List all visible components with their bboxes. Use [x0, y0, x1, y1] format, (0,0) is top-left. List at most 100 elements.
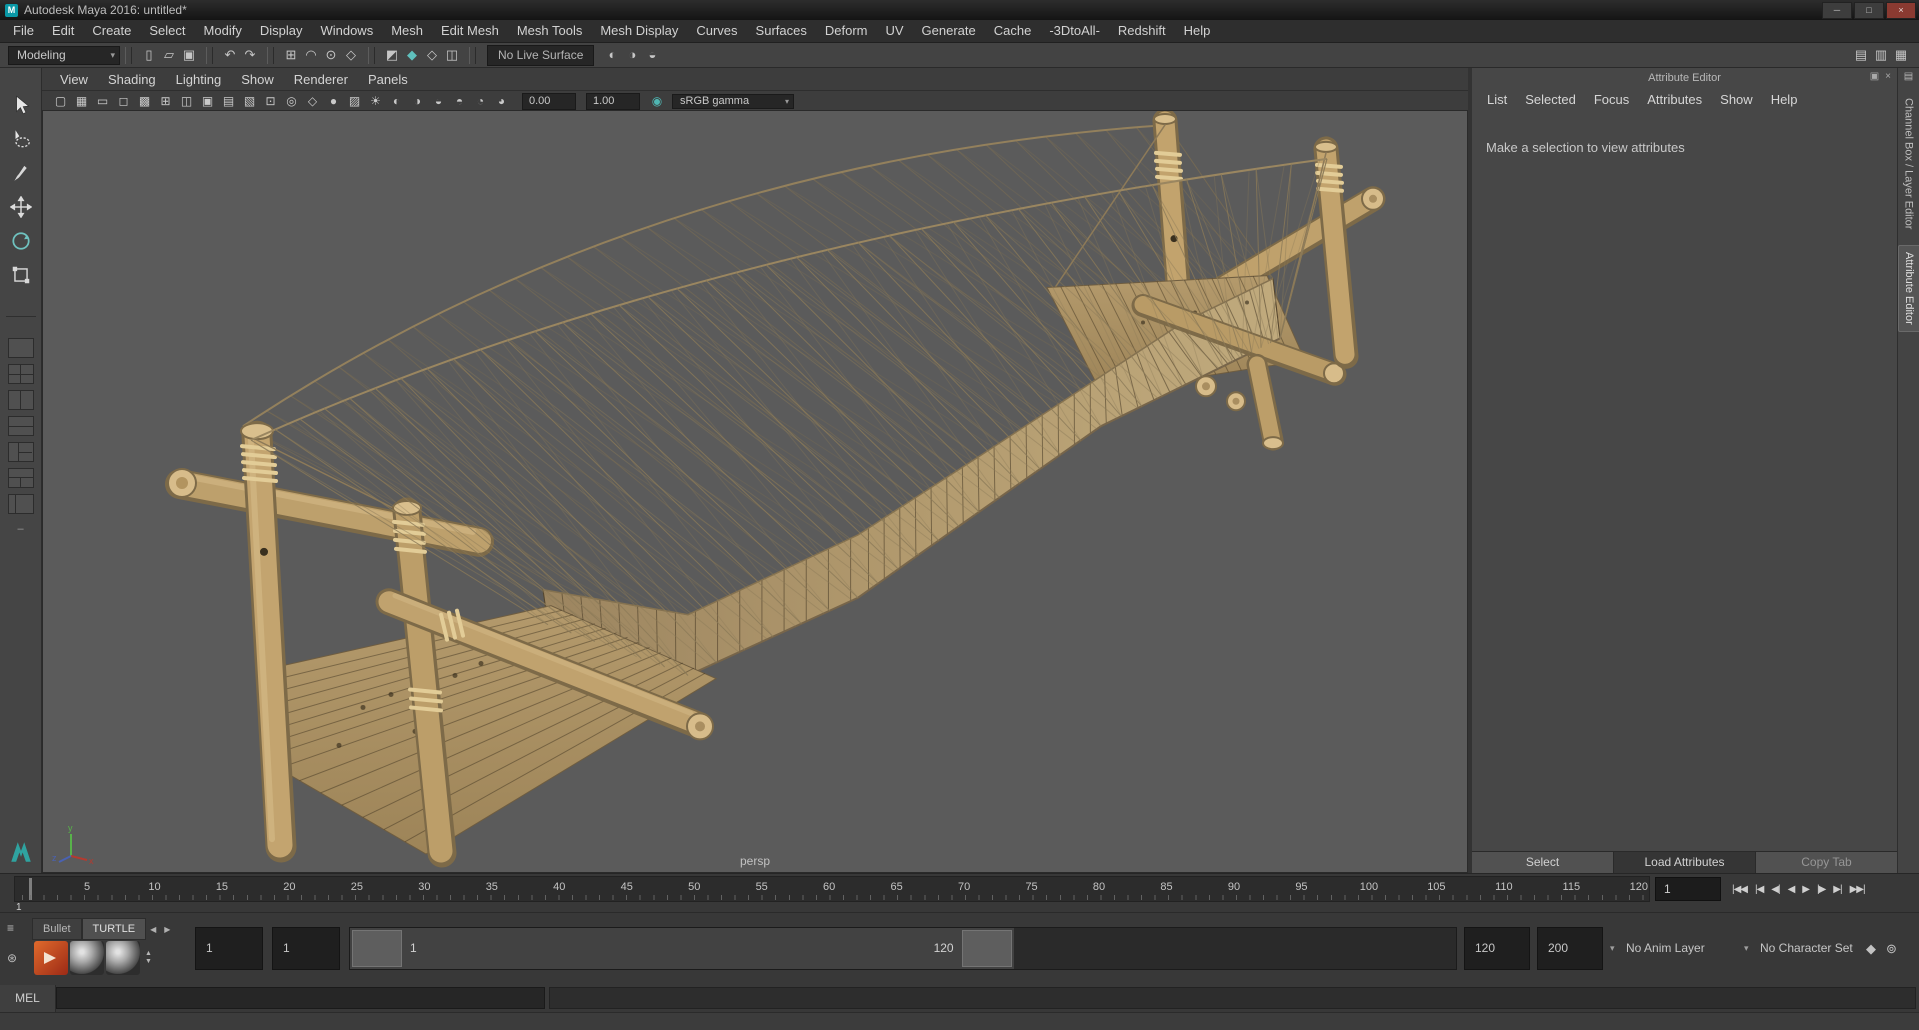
layout-three-pane-split-top[interactable] — [7, 468, 34, 488]
symmetry-icon[interactable]: ◫ — [442, 45, 462, 65]
group-grip[interactable] — [206, 46, 213, 64]
select-camera-icon[interactable]: ▢ — [50, 92, 71, 111]
play-backwards-button[interactable]: ◀ — [1784, 884, 1799, 895]
rotate-tool[interactable] — [6, 224, 36, 258]
shelf-next-icon[interactable]: ▶ — [160, 925, 174, 934]
ae-menu-selected[interactable]: Selected — [1516, 92, 1585, 107]
undo-icon[interactable]: ↶ — [220, 45, 240, 65]
shelf-scroll-arrows[interactable]: ▲ ▼ — [145, 950, 152, 966]
ae-menu-list[interactable]: List — [1478, 92, 1516, 107]
safe-title-icon[interactable]: ▣ — [197, 92, 218, 111]
step-forward-frame-button[interactable]: |▶ — [1813, 884, 1829, 895]
camera-bookmark-icon[interactable]: ▤ — [218, 92, 239, 111]
panel-menu-shading[interactable]: Shading — [98, 69, 166, 90]
menu-uv[interactable]: UV — [876, 20, 912, 42]
ae-menu-help[interactable]: Help — [1762, 92, 1807, 107]
anim-layer-select[interactable]: No Anim Layer — [1626, 927, 1705, 970]
command-input[interactable] — [56, 987, 545, 1009]
gamma-field[interactable]: 1.00 — [586, 92, 640, 110]
menu-mesh[interactable]: Mesh — [382, 20, 432, 42]
group-grip[interactable] — [368, 46, 375, 64]
snap-to-grid-icon[interactable]: ⊞ — [281, 45, 301, 65]
toggle-attribute-editor-icon[interactable]: ▦ — [1891, 45, 1911, 65]
ae-menu-focus[interactable]: Focus — [1585, 92, 1638, 107]
range-start-handle[interactable] — [352, 930, 402, 967]
ae-menu-attributes[interactable]: Attributes — [1638, 92, 1711, 107]
motion-blur-icon[interactable]: ◒ — [428, 92, 449, 111]
multisample-icon[interactable]: ◓ — [449, 92, 470, 111]
film-gate-icon[interactable]: ▭ — [92, 92, 113, 111]
panel-menu-show[interactable]: Show — [231, 69, 284, 90]
range-slider-track[interactable]: 1 120 — [349, 927, 1457, 970]
two-d-pan-zoom-icon[interactable]: ⊡ — [260, 92, 281, 111]
layout-outliner-persp[interactable] — [7, 494, 34, 514]
grid-icon[interactable]: ▦ — [71, 92, 92, 111]
shelf-item-bullet-rocket[interactable] — [34, 941, 68, 975]
playback-end-field[interactable]: 120 — [1464, 927, 1530, 970]
play-forwards-button[interactable]: ▶ — [1798, 884, 1813, 895]
select-object-icon[interactable]: ◆ — [402, 45, 422, 65]
title-bar[interactable]: M Autodesk Maya 2016: untitled* ─ □ × — [0, 0, 1919, 20]
render-view-icon[interactable]: ◑ — [622, 45, 642, 65]
isolate-select-icon[interactable]: ◎ — [281, 92, 302, 111]
shelf-item-material-sphere-1[interactable] — [70, 941, 104, 975]
step-back-key-button[interactable]: |◀ — [1751, 884, 1767, 895]
shadows-icon[interactable]: ◐ — [386, 92, 407, 111]
shelf-tab-turtle[interactable]: TURTLE — [81, 918, 147, 940]
scale-tool[interactable] — [6, 258, 36, 292]
playback-range-bar[interactable]: 1 120 — [350, 928, 1014, 969]
screen-space-ao-icon[interactable]: ◑ — [407, 92, 428, 111]
group-grip[interactable] — [267, 46, 274, 64]
undock-icon[interactable]: ▣ — [1870, 71, 1879, 82]
menu-set-selector[interactable]: Modeling ▾ — [8, 45, 120, 65]
menu-mesh-display[interactable]: Mesh Display — [591, 20, 687, 42]
toggle-modeling-toolkit-icon[interactable]: ▤ — [1851, 45, 1871, 65]
menu-display[interactable]: Display — [251, 20, 312, 42]
resolution-gate-icon[interactable]: ◻ — [113, 92, 134, 111]
menu-create[interactable]: Create — [83, 20, 140, 42]
use-all-lights-icon[interactable]: ☀ — [365, 92, 386, 111]
move-tool[interactable] — [6, 190, 36, 224]
group-grip[interactable] — [469, 46, 476, 64]
layout-two-pane-side[interactable] — [7, 390, 34, 410]
redo-icon[interactable]: ↷ — [240, 45, 260, 65]
menu-select[interactable]: Select — [140, 20, 194, 42]
menu-surfaces[interactable]: Surfaces — [747, 20, 816, 42]
tab-channel-box-layer-editor[interactable]: Channel Box / Layer Editor — [1899, 92, 1919, 235]
wireframe-mode-icon[interactable]: ◇ — [302, 92, 323, 111]
save-scene-icon[interactable]: ▣ — [179, 45, 199, 65]
menu-cache[interactable]: Cache — [985, 20, 1041, 42]
shelf-item-material-sphere-2[interactable] — [106, 941, 140, 975]
live-surface-field[interactable]: No Live Surface — [487, 44, 595, 66]
panel-menu-lighting[interactable]: Lighting — [166, 69, 232, 90]
range-end-handle[interactable] — [961, 930, 1012, 967]
panel-menu-panels[interactable]: Panels — [358, 69, 418, 90]
close-icon[interactable]: × — [1885, 71, 1891, 82]
safe-action-icon[interactable]: ◫ — [176, 92, 197, 111]
menu-redshift[interactable]: Redshift — [1109, 20, 1175, 42]
menu-edit-mesh[interactable]: Edit Mesh — [432, 20, 508, 42]
character-set-caret-icon[interactable]: ▾ — [1744, 927, 1749, 970]
layout-four-pane[interactable] — [7, 364, 34, 384]
sidebar-grip-icon[interactable]: ▤ — [1904, 71, 1913, 82]
select-component-icon[interactable]: ◇ — [422, 45, 442, 65]
timeline-ruler[interactable]: 5 10 15 20 25 30 35 40 45 50 55 60 65 70 75 80 85 90 95 100… — [14, 876, 1650, 902]
menu-edit[interactable]: Edit — [43, 20, 83, 42]
gate-mask-icon[interactable]: ▩ — [134, 92, 155, 111]
snap-to-curve-icon[interactable]: ◠ — [301, 45, 321, 65]
construction-history-icon[interactable]: ◐ — [602, 45, 622, 65]
step-forward-key-button[interactable]: ▶| — [1829, 884, 1845, 895]
menu-windows[interactable]: Windows — [311, 20, 382, 42]
character-set-select[interactable]: No Character Set — [1760, 927, 1853, 970]
auto-keyframe-toggle-icon[interactable]: ◆ — [1866, 941, 1876, 957]
command-line-language-toggle[interactable]: MEL — [0, 985, 56, 1012]
load-attributes-button[interactable]: Load Attributes — [1614, 851, 1756, 873]
toggle-channel-box-icon[interactable]: ▥ — [1871, 45, 1891, 65]
layout-two-pane-stacked[interactable] — [7, 416, 34, 436]
paint-select-tool[interactable] — [6, 156, 36, 190]
layout-three-pane-split-left[interactable] — [7, 442, 34, 462]
playback-start-field[interactable]: 1 — [272, 927, 340, 970]
shaded-mode-icon[interactable]: ● — [323, 92, 344, 111]
menu-help[interactable]: Help — [1175, 20, 1220, 42]
menu-3dtoall[interactable]: -3DtoAll- — [1040, 20, 1109, 42]
